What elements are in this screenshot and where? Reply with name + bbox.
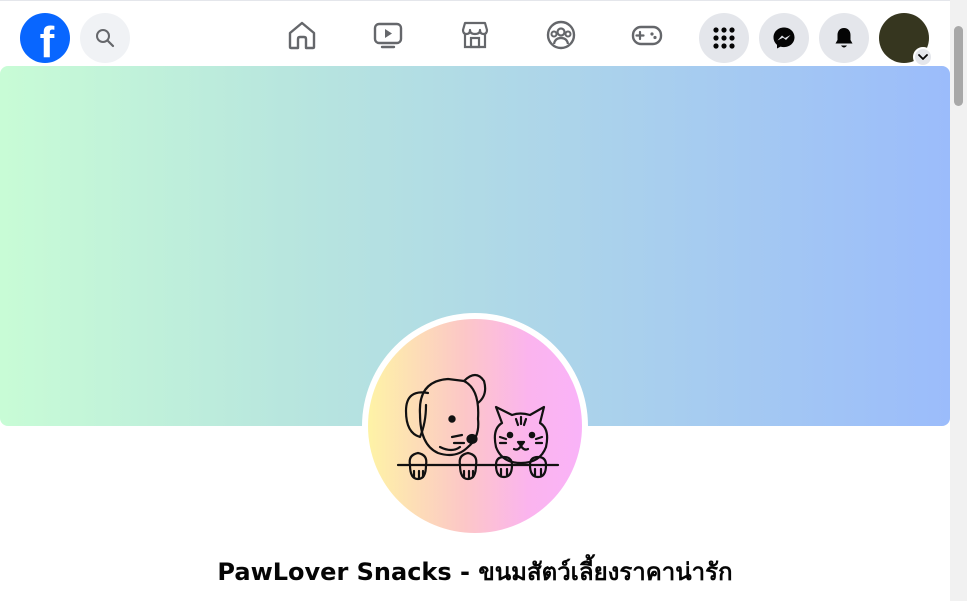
facebook-logo[interactable]: f bbox=[20, 13, 70, 63]
bell-icon bbox=[835, 28, 853, 48]
grid-menu-icon bbox=[713, 27, 735, 49]
video-icon[interactable] bbox=[372, 19, 404, 51]
top-navigation-bar: f bbox=[0, 0, 950, 67]
search-icon bbox=[96, 29, 115, 48]
notifications-button[interactable] bbox=[819, 13, 869, 63]
store-icon[interactable] bbox=[459, 19, 491, 51]
gamepad-icon[interactable] bbox=[631, 19, 663, 51]
menu-button[interactable] bbox=[699, 13, 749, 63]
account-menu-chevron[interactable] bbox=[913, 47, 933, 67]
facebook-f-icon: f bbox=[39, 18, 55, 63]
page: f PawLover Snacks - ขนมสัตว์เลี้ยงราคาน่… bbox=[0, 0, 967, 601]
messenger-button[interactable] bbox=[759, 13, 809, 63]
profile-picture[interactable] bbox=[362, 313, 588, 539]
profile-picture-image bbox=[368, 319, 582, 533]
home-icon[interactable] bbox=[286, 19, 318, 51]
page-title: PawLover Snacks - ขนมสัตว์เลี้ยงราคาน่าร… bbox=[217, 558, 733, 586]
vertical-scrollbar[interactable] bbox=[950, 0, 967, 601]
dog-and-cat-illustration bbox=[396, 373, 560, 481]
groups-icon[interactable] bbox=[545, 19, 577, 51]
search-button[interactable] bbox=[80, 13, 130, 63]
messenger-icon bbox=[773, 27, 795, 49]
scrollbar-thumb[interactable] bbox=[954, 26, 963, 106]
chevron-down-icon bbox=[918, 54, 928, 60]
